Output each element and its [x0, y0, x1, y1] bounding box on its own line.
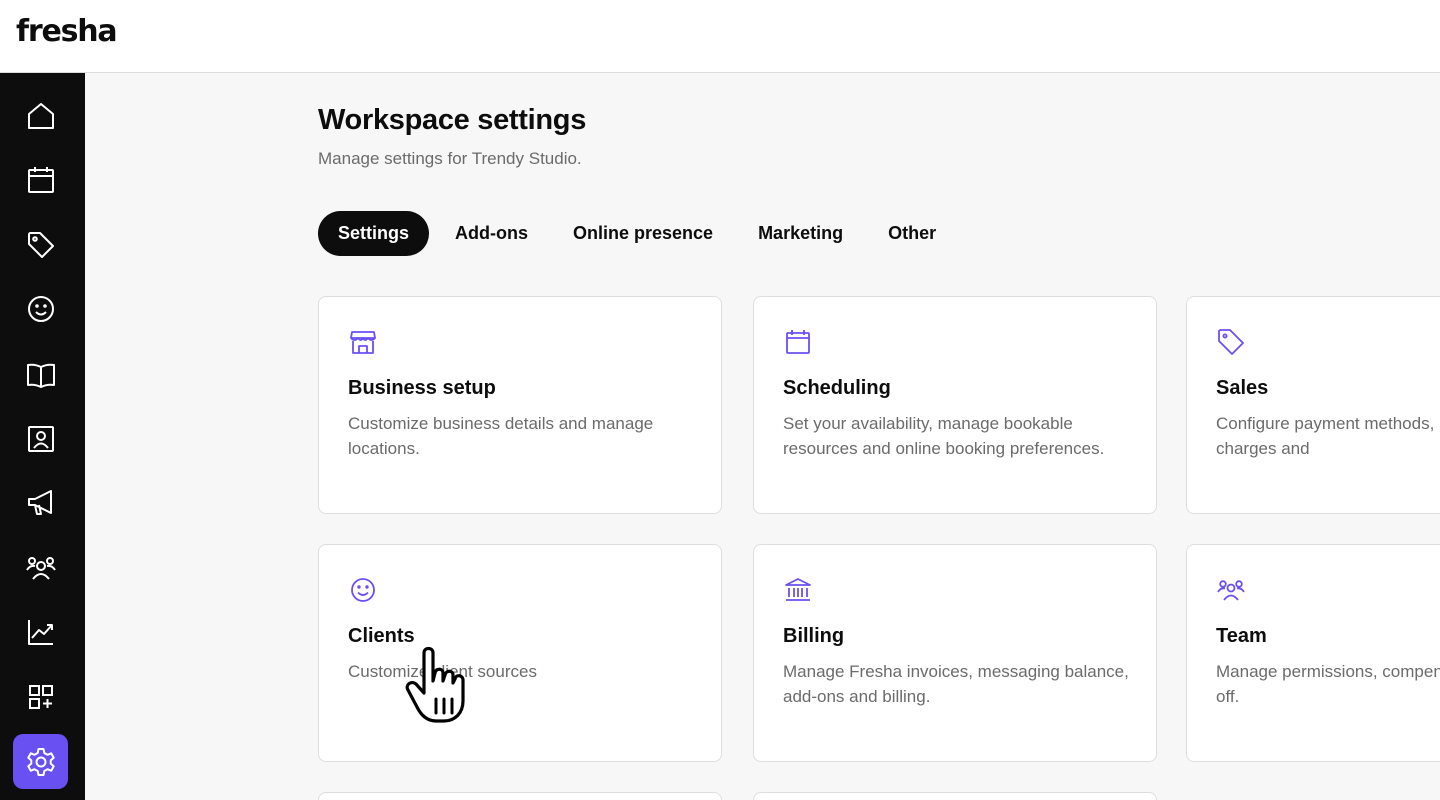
page-subtitle: Manage settings for Trendy Studio. — [318, 149, 582, 168]
home-icon — [27, 102, 54, 129]
bank-icon — [783, 575, 813, 605]
calendar-icon — [783, 327, 813, 357]
card-sales[interactable]: Sales Configure payment methods, receipt… — [1186, 296, 1440, 514]
smiley-icon — [27, 295, 54, 322]
card-partial[interactable] — [753, 792, 1157, 800]
tab-other[interactable]: Other — [868, 211, 956, 256]
sidebar-nav — [0, 73, 85, 800]
sidebar-item-sales[interactable] — [13, 217, 68, 272]
card-description: Set your availability, manage bookable r… — [783, 414, 1105, 458]
tab-online-presence[interactable]: Online presence — [553, 211, 733, 256]
sidebar-item-clients[interactable] — [13, 281, 68, 336]
storefront-icon — [348, 327, 378, 357]
card-clients[interactable]: Clients Customize client sources — [318, 544, 722, 762]
card-title: Billing — [783, 625, 845, 647]
gear-icon — [26, 747, 55, 776]
sidebar-item-calendar[interactable] — [13, 152, 68, 207]
tab-marketing[interactable]: Marketing — [738, 211, 863, 256]
tab-add-ons[interactable]: Add-ons — [435, 211, 548, 256]
card-partial[interactable] — [318, 792, 722, 800]
sidebar-item-settings[interactable] — [13, 734, 68, 789]
card-title: Business setup — [348, 377, 496, 399]
top-bar: fresha — [0, 0, 1440, 73]
card-description: Manage Fresha invoices, messaging balanc… — [783, 662, 1129, 706]
megaphone-icon — [27, 489, 52, 515]
card-business-setup[interactable]: Business setup Customize business detail… — [318, 296, 722, 514]
card-team[interactable]: Team Manage permissions, compensation an… — [1186, 544, 1440, 762]
fresha-logo[interactable]: fresha — [16, 14, 118, 49]
sidebar-item-reports[interactable] — [13, 604, 68, 659]
smiley-icon — [348, 575, 378, 605]
card-title: Sales — [1216, 377, 1269, 399]
sidebar-item-catalog[interactable] — [13, 347, 68, 402]
card-title: Team — [1216, 625, 1267, 647]
team-icon — [1216, 575, 1246, 605]
team-icon — [25, 556, 56, 580]
sidebar-item-home[interactable] — [13, 88, 68, 143]
main-content: Workspace settings Manage settings for T… — [85, 73, 1440, 800]
tag-icon — [27, 231, 54, 258]
settings-tabs: Settings Add-ons Online presence Marketi… — [318, 211, 961, 256]
tag-icon — [1216, 327, 1246, 357]
calendar-icon — [27, 166, 54, 193]
card-title: Scheduling — [783, 377, 891, 399]
card-description: Customize business details and manage lo… — [348, 414, 654, 458]
contact-card-icon — [27, 425, 54, 452]
card-description: Customize client sources — [348, 662, 537, 681]
hand-pointer-cursor — [402, 643, 482, 725]
sidebar-item-marketing[interactable] — [13, 475, 68, 530]
page-title: Workspace settings — [318, 104, 587, 136]
chart-icon — [27, 619, 53, 645]
card-description: Manage permissions, compensation and tim… — [1216, 662, 1440, 706]
sidebar-item-team-profile[interactable] — [13, 411, 68, 466]
card-billing[interactable]: Billing Manage Fresha invoices, messagin… — [753, 544, 1157, 762]
sidebar-item-apps[interactable] — [13, 669, 68, 724]
card-scheduling[interactable]: Scheduling Set your availability, manage… — [753, 296, 1157, 514]
card-description: Configure payment methods, receipts, ser… — [1216, 414, 1440, 458]
tab-settings[interactable]: Settings — [318, 211, 430, 256]
apps-add-icon — [28, 684, 53, 709]
sidebar-item-team[interactable] — [13, 540, 68, 595]
book-icon — [26, 363, 55, 388]
